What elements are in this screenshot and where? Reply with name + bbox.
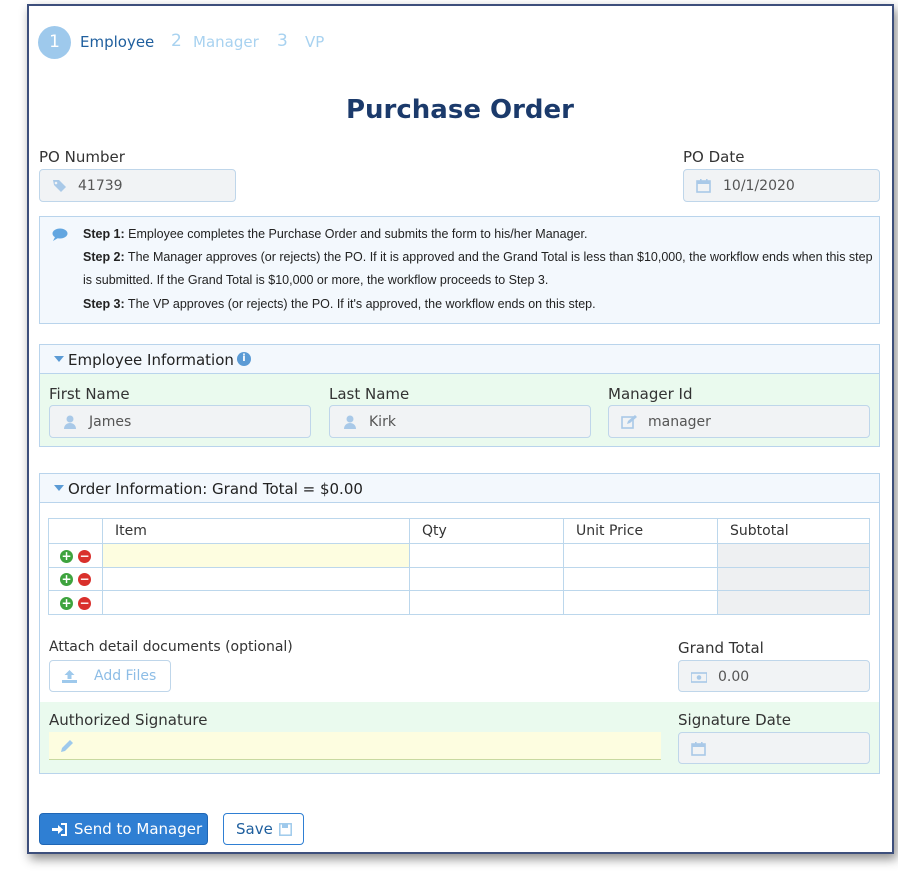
signature-date-field[interactable] <box>678 732 870 764</box>
remove-row-icon[interactable]: − <box>78 596 91 610</box>
add-row-icon[interactable]: + <box>60 549 73 563</box>
table-row: + − <box>48 543 870 568</box>
column-header-item: Item <box>102 518 410 544</box>
step-1-heading: Step 1: <box>83 227 125 241</box>
first-name-value: James <box>89 414 132 430</box>
employee-section-title: Employee Information <box>68 351 234 369</box>
qty-cell[interactable] <box>409 543 564 568</box>
calendar-icon <box>696 179 711 193</box>
row-actions: + − <box>48 566 103 591</box>
workflow-step-3: Step 3: The VP approves (or rejects) the… <box>83 293 873 316</box>
tag-icon <box>53 180 66 192</box>
first-name-label: First Name <box>49 385 130 403</box>
add-files-button[interactable]: Add Files <box>49 660 171 692</box>
user-icon <box>64 415 76 429</box>
step-2-text: The Manager approves (or rejects) the PO… <box>83 250 873 287</box>
step-3-text: The VP approves (or rejects) the PO. If … <box>124 297 596 311</box>
save-label: Save <box>236 820 273 838</box>
step-3-label[interactable]: VP <box>305 33 324 51</box>
grand-total-label: Grand Total <box>678 639 764 657</box>
table-row: + − <box>48 566 870 591</box>
remove-row-icon[interactable]: − <box>78 573 91 587</box>
manager-id-label: Manager Id <box>608 385 693 403</box>
step-1-text: Employee completes the Purchase Order an… <box>124 227 588 241</box>
last-name-field[interactable]: Kirk <box>329 405 591 438</box>
column-header-qty: Qty <box>409 518 564 544</box>
column-header-subtotal: Subtotal <box>717 518 870 544</box>
money-icon <box>691 672 707 683</box>
remove-row-icon[interactable]: − <box>78 549 91 563</box>
step-1-label[interactable]: Employee <box>80 33 154 51</box>
workflow-step-1: Step 1: Employee completes the Purchase … <box>83 223 873 246</box>
qty-cell[interactable] <box>409 590 564 615</box>
last-name-value: Kirk <box>369 414 396 430</box>
column-header-unit-price: Unit Price <box>563 518 718 544</box>
po-number-value: 41739 <box>78 178 123 194</box>
step-1-indicator[interactable]: 1 <box>38 26 71 59</box>
manager-id-field[interactable]: manager <box>608 405 870 438</box>
po-number-field[interactable]: 41739 <box>39 169 236 202</box>
user-icon <box>344 415 356 429</box>
add-row-icon[interactable]: + <box>60 573 73 587</box>
unit-price-cell[interactable] <box>563 566 718 591</box>
po-date-field[interactable]: 10/1/2020 <box>683 169 880 202</box>
add-files-label: Add Files <box>94 668 157 684</box>
table-header-row: Item Qty Unit Price Subtotal <box>48 518 870 544</box>
upload-icon <box>62 670 77 683</box>
po-date-label: PO Date <box>683 148 745 166</box>
workflow-step-2: Step 2: The Manager approves (or rejects… <box>83 246 873 292</box>
unit-price-cell[interactable] <box>563 590 718 615</box>
pencil-icon <box>61 740 73 752</box>
item-cell[interactable] <box>102 566 410 591</box>
order-section-title: Order Information: Grand Total = $0.00 <box>68 480 363 498</box>
row-actions-header <box>48 518 103 544</box>
subtotal-cell <box>717 543 870 568</box>
send-to-manager-button[interactable]: Send to Manager <box>39 813 208 845</box>
subtotal-cell <box>717 590 870 615</box>
first-name-field[interactable]: James <box>49 405 311 438</box>
sign-in-icon <box>52 823 67 836</box>
grand-total-value: 0.00 <box>718 669 750 685</box>
item-cell[interactable] <box>102 543 410 568</box>
signature-field[interactable] <box>49 732 661 760</box>
table-row: + − <box>48 590 870 615</box>
edit-icon <box>621 415 637 429</box>
collapse-icon <box>54 356 64 362</box>
collapse-icon <box>54 485 64 491</box>
qty-cell[interactable] <box>409 566 564 591</box>
calendar-icon <box>691 742 706 756</box>
comment-icon <box>52 228 68 241</box>
po-date-value: 10/1/2020 <box>723 178 795 194</box>
manager-id-value: manager <box>648 414 711 430</box>
po-number-label: PO Number <box>39 148 125 166</box>
subtotal-cell <box>717 566 870 591</box>
step-3-heading: Step 3: <box>83 297 125 311</box>
step-2-number[interactable]: 2 <box>171 31 182 51</box>
floppy-disk-icon <box>279 823 292 836</box>
step-2-label[interactable]: Manager <box>193 33 259 51</box>
save-button[interactable]: Save <box>223 813 304 845</box>
item-cell[interactable] <box>102 590 410 615</box>
step-3-number[interactable]: 3 <box>277 31 288 51</box>
order-section-header[interactable]: Order Information: Grand Total = $0.00 <box>39 473 880 503</box>
add-row-icon[interactable]: + <box>60 596 73 610</box>
row-actions: + − <box>48 590 103 615</box>
workflow-info-box: Step 1: Employee completes the Purchase … <box>39 216 880 324</box>
employee-section-header[interactable]: Employee Information i <box>39 344 880 374</box>
signature-date-label: Signature Date <box>678 711 791 729</box>
attach-documents-label: Attach detail documents (optional) <box>49 639 293 655</box>
send-to-manager-label: Send to Manager <box>74 820 203 838</box>
unit-price-cell[interactable] <box>563 543 718 568</box>
order-items-table: Item Qty Unit Price Subtotal + − + − + − <box>48 518 870 615</box>
last-name-label: Last Name <box>329 385 410 403</box>
signature-label: Authorized Signature <box>49 711 208 729</box>
page-title: Purchase Order <box>345 95 574 125</box>
row-actions: + − <box>48 543 103 568</box>
step-2-heading: Step 2: <box>83 250 125 264</box>
info-icon[interactable]: i <box>237 352 251 366</box>
grand-total-field: 0.00 <box>678 660 870 692</box>
